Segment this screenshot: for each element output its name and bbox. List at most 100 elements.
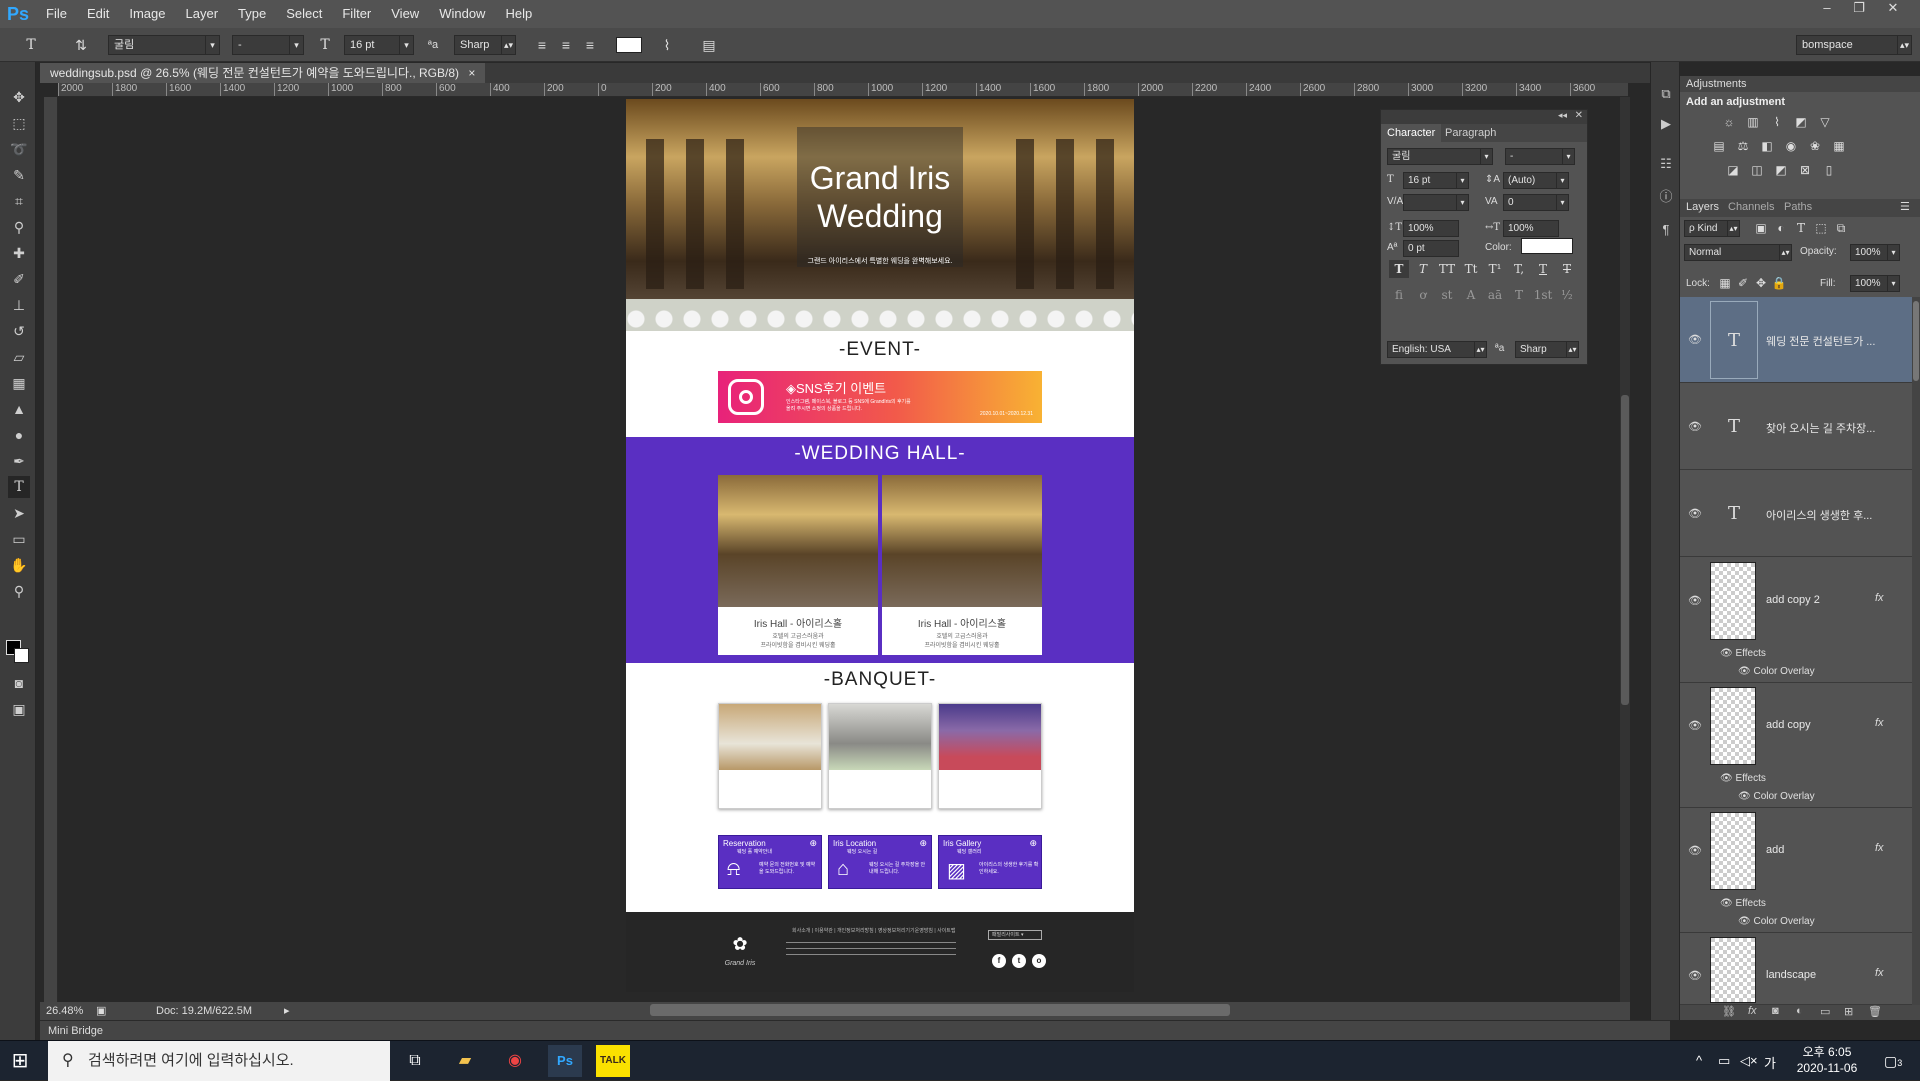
layer-name[interactable]: add xyxy=(1766,844,1784,856)
type-tool-icon[interactable]: T xyxy=(8,476,30,498)
align-left-icon[interactable]: ≡ xyxy=(533,36,551,54)
char-vscale-input[interactable]: 100% xyxy=(1403,220,1459,237)
delete-layer-icon[interactable]: 🗑 xyxy=(1868,1005,1882,1018)
new-layer-icon[interactable]: ⊞ xyxy=(1844,1005,1853,1018)
gradient-tool-icon[interactable]: ▦ xyxy=(8,372,30,394)
move-tool-icon[interactable]: ✥ xyxy=(8,86,30,108)
add-mask-icon[interactable]: ◙ xyxy=(1772,1005,1779,1017)
layer-kind-filter[interactable]: ρ Kind ▴▾ xyxy=(1684,220,1740,237)
text-color-swatch[interactable] xyxy=(616,37,642,53)
black-white-icon[interactable]: ◧ xyxy=(1758,138,1776,154)
layer-name[interactable]: 찾아 오시는 길 주차장... xyxy=(1766,420,1875,436)
char-font-family-select[interactable]: 굴림 ▾ xyxy=(1387,148,1493,165)
color-lookup-icon[interactable]: ▦ xyxy=(1830,138,1848,154)
font-style-select[interactable]: - ▾ xyxy=(232,35,304,55)
visibility-eye-icon[interactable]: 👁 xyxy=(1688,594,1704,607)
document-tab[interactable]: weddingsub.psd @ 26.5% (웨딩 전문 컨설턴트가 예약을 … xyxy=(40,63,486,83)
language-select[interactable]: English: USA ▴▾ xyxy=(1387,341,1487,358)
align-right-icon[interactable]: ≡ xyxy=(581,36,599,54)
new-group-icon[interactable]: ▭ xyxy=(1820,1005,1830,1018)
tray-chevron-icon[interactable]: ^ xyxy=(1696,1053,1702,1068)
fractions-button[interactable]: ½ xyxy=(1557,286,1577,304)
lock-transparent-icon[interactable]: ▦ xyxy=(1716,275,1734,291)
taskbar-clock[interactable]: 오후 6:05 2020-11-06 xyxy=(1782,1044,1872,1076)
align-center-icon[interactable]: ≡ xyxy=(557,36,575,54)
color-overlay-effect[interactable]: 👁 Color Overlay xyxy=(1738,791,1815,802)
visibility-eye-icon[interactable]: 👁 xyxy=(1688,844,1704,857)
eyedropper-tool-icon[interactable]: ⚲ xyxy=(8,216,30,238)
minimize-button[interactable]: – xyxy=(1812,0,1842,18)
posterize-icon[interactable]: ◫ xyxy=(1748,162,1766,178)
type-tool-preset-icon[interactable]: T xyxy=(22,36,40,54)
visibility-eye-icon[interactable]: 👁 xyxy=(1688,969,1704,982)
char-size-select[interactable]: 16 pt ▾ xyxy=(1403,172,1469,189)
filter-type-icon[interactable]: T xyxy=(1792,220,1810,236)
quick-select-tool-icon[interactable]: ✎ xyxy=(8,164,30,186)
task-view-icon[interactable]: ⧉ xyxy=(398,1045,432,1077)
actions-panel-icon[interactable]: ▶ xyxy=(1658,116,1674,132)
close-tab-icon[interactable]: × xyxy=(468,66,475,80)
tab-character[interactable]: Character xyxy=(1381,124,1442,142)
fx-icon[interactable]: fx xyxy=(1875,592,1884,604)
layer-row[interactable]: 👁 T 아이리스의 생생한 후... xyxy=(1680,471,1912,557)
tab-paths[interactable]: Paths xyxy=(1784,199,1812,215)
photoshop-taskbar-icon[interactable]: Ps xyxy=(548,1045,582,1077)
character-panel-toggle-icon[interactable]: ▤ xyxy=(700,36,718,54)
network-icon[interactable]: ▭ xyxy=(1718,1053,1730,1069)
visibility-eye-icon[interactable]: 👁 xyxy=(1688,719,1704,732)
ligature-button[interactable]: fi xyxy=(1389,286,1409,304)
panel-menu-icon[interactable]: ☰ xyxy=(1900,199,1910,215)
visibility-eye-icon[interactable]: 👁 xyxy=(1720,773,1733,784)
menu-help[interactable]: Help xyxy=(495,0,542,28)
layer-name[interactable]: add copy xyxy=(1766,719,1811,731)
properties-panel-icon[interactable]: ☷ xyxy=(1658,156,1674,172)
zoom-level[interactable]: 26.48% xyxy=(46,1002,83,1020)
subscript-button[interactable]: T, xyxy=(1509,260,1529,278)
new-adjustment-icon[interactable]: ◐ xyxy=(1796,1005,1803,1017)
char-tracking-select[interactable]: 0 ▾ xyxy=(1503,194,1569,211)
tab-paragraph[interactable]: Paragraph xyxy=(1439,124,1502,142)
filter-shape-icon[interactable]: ⬚ xyxy=(1812,220,1830,236)
stylistic-alt-button[interactable]: aā xyxy=(1485,286,1505,304)
menu-window[interactable]: Window xyxy=(429,0,495,28)
brush-tool-icon[interactable]: ✐ xyxy=(8,268,30,290)
levels-icon[interactable]: ▥ xyxy=(1744,114,1762,130)
hand-tool-icon[interactable]: ✋ xyxy=(8,554,30,576)
adjustments-tab[interactable]: Adjustments xyxy=(1680,76,1920,92)
char-leading-select[interactable]: (Auto) ▾ xyxy=(1503,172,1569,189)
invert-icon[interactable]: ◪ xyxy=(1724,162,1742,178)
eraser-tool-icon[interactable]: ▱ xyxy=(8,346,30,368)
mini-bridge-tab[interactable]: Mini Bridge xyxy=(40,1020,1670,1040)
info-panel-icon[interactable]: ⓘ xyxy=(1658,186,1674,204)
close-panel-icon[interactable]: ✕ xyxy=(1575,110,1583,121)
close-window-button[interactable]: ✕ xyxy=(1878,0,1908,18)
vertical-scroll-thumb[interactable] xyxy=(1621,395,1629,705)
fx-icon[interactable]: fx xyxy=(1875,842,1884,854)
color-balance-icon[interactable]: ⚖ xyxy=(1734,138,1752,154)
lock-position-icon[interactable]: ✥ xyxy=(1752,275,1770,291)
layer-row[interactable]: 👁 T 찾아 오시는 길 주차장... xyxy=(1680,384,1912,470)
visibility-eye-icon[interactable]: 👁 xyxy=(1688,507,1704,520)
layer-row[interactable]: 👁 add copy 2 fx 👁 Effects 👁 Color Overla… xyxy=(1680,558,1912,683)
discretionary-ligature-button[interactable]: st xyxy=(1437,286,1457,304)
lasso-tool-icon[interactable]: ➰ xyxy=(8,138,30,160)
color-overlay-effect[interactable]: 👁 Color Overlay xyxy=(1738,916,1815,927)
titling-button[interactable]: T xyxy=(1509,286,1529,304)
strikethrough-button[interactable]: T xyxy=(1557,260,1577,278)
zoom-tool-icon[interactable]: ⚲ xyxy=(8,580,30,602)
visibility-eye-icon[interactable]: 👁 xyxy=(1720,898,1733,909)
faux-bold-button[interactable]: T xyxy=(1389,260,1409,278)
file-explorer-icon[interactable]: ▰ xyxy=(448,1045,482,1077)
menu-type[interactable]: Type xyxy=(228,0,276,28)
marquee-tool-icon[interactable]: ⬚ xyxy=(8,112,30,134)
background-color-swatch[interactable] xyxy=(14,648,29,663)
chrome-icon[interactable]: ◉ xyxy=(498,1045,532,1077)
screen-mode-icon[interactable]: ▣ xyxy=(8,698,30,720)
vibrance-icon[interactable]: ▽ xyxy=(1816,114,1834,130)
lock-pixels-icon[interactable]: ✐ xyxy=(1734,275,1752,291)
collapse-panel-icon[interactable]: ◂◂ xyxy=(1558,110,1567,121)
visibility-eye-icon[interactable]: 👁 xyxy=(1688,333,1704,346)
color-overlay-effect[interactable]: 👁 Color Overlay xyxy=(1738,666,1815,677)
warp-text-icon[interactable]: ⌇ xyxy=(658,36,676,54)
paragraph-styles-icon[interactable]: ¶ xyxy=(1658,222,1674,238)
